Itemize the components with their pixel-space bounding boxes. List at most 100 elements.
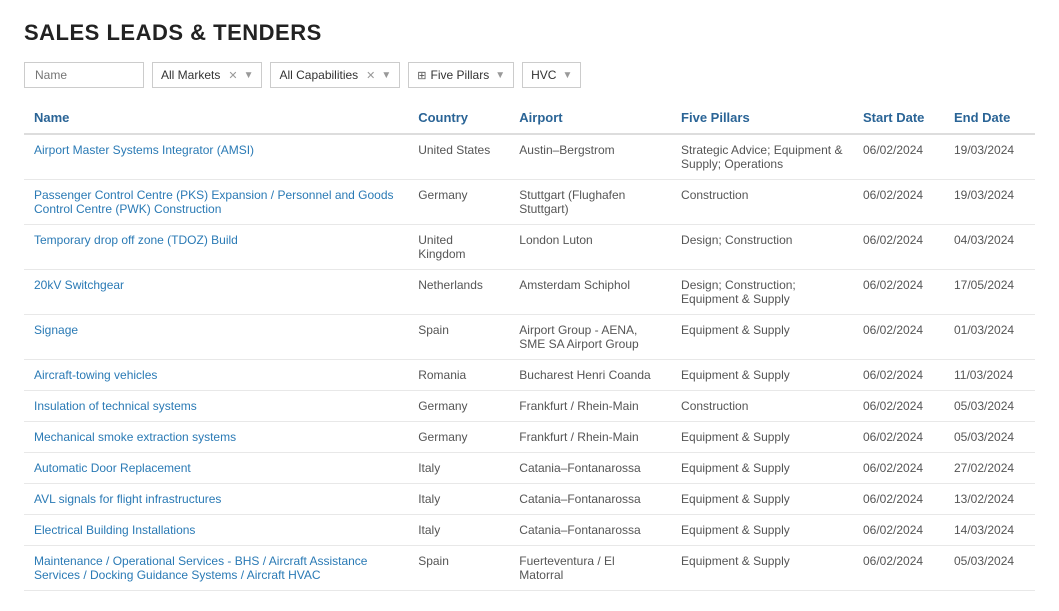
row-airport: Frankfurt / Rhein-Main [509, 391, 671, 422]
leads-table: Name Country Airport Five Pillars Start … [24, 102, 1035, 591]
row-pillars: Equipment & Supply [671, 453, 853, 484]
row-pillars: Design; Construction; Equipment & Supply [671, 270, 853, 315]
row-start-date: 06/02/2024 [853, 515, 944, 546]
table-body: Airport Master Systems Integrator (AMSI)… [24, 134, 1035, 591]
hvc-filter-label: HVC [531, 68, 556, 82]
table-row: 20kV SwitchgearNetherlandsAmsterdam Schi… [24, 270, 1035, 315]
row-airport: Catania–Fontanarossa [509, 484, 671, 515]
row-airport: Bucharest Henri Coanda [509, 360, 671, 391]
row-end-date: 17/05/2024 [944, 270, 1035, 315]
row-country: United Kingdom [408, 225, 509, 270]
capabilities-filter[interactable]: All Capabilities ✕ ▼ [270, 62, 400, 88]
row-end-date: 01/03/2024 [944, 315, 1035, 360]
row-pillars: Equipment & Supply [671, 515, 853, 546]
capabilities-filter-label: All Capabilities [279, 68, 358, 82]
pillars-filter[interactable]: ⊞ Five Pillars ▼ [408, 62, 514, 88]
row-airport: Airport Group - AENA, SME SA Airport Gro… [509, 315, 671, 360]
table-header: Name Country Airport Five Pillars Start … [24, 102, 1035, 134]
row-name-link[interactable]: 20kV Switchgear [34, 278, 124, 292]
row-end-date: 19/03/2024 [944, 180, 1035, 225]
hvc-filter[interactable]: HVC ▼ [522, 62, 581, 88]
row-country: Germany [408, 180, 509, 225]
row-country: Italy [408, 453, 509, 484]
row-airport: Fuerteventura / El Matorral [509, 546, 671, 591]
capabilities-filter-arrow: ▼ [381, 70, 391, 81]
market-filter-arrow: ▼ [244, 70, 254, 81]
row-airport: Catania–Fontanarossa [509, 453, 671, 484]
row-country: Spain [408, 546, 509, 591]
row-name-link[interactable]: Electrical Building Installations [34, 523, 195, 537]
capabilities-filter-clear[interactable]: ✕ [366, 69, 375, 82]
row-start-date: 06/02/2024 [853, 315, 944, 360]
row-start-date: 06/02/2024 [853, 546, 944, 591]
row-start-date: 06/02/2024 [853, 180, 944, 225]
market-filter-label: All Markets [161, 68, 220, 82]
row-name-link[interactable]: Insulation of technical systems [34, 399, 197, 413]
row-end-date: 27/02/2024 [944, 453, 1035, 484]
row-country: United States [408, 134, 509, 180]
table-row: Passenger Control Centre (PKS) Expansion… [24, 180, 1035, 225]
row-start-date: 06/02/2024 [853, 391, 944, 422]
row-start-date: 06/02/2024 [853, 225, 944, 270]
row-start-date: 06/02/2024 [853, 484, 944, 515]
market-filter-clear[interactable]: ✕ [228, 69, 237, 82]
row-pillars: Strategic Advice; Equipment & Supply; Op… [671, 134, 853, 180]
row-name-link[interactable]: Temporary drop off zone (TDOZ) Build [34, 233, 238, 247]
row-airport: Catania–Fontanarossa [509, 515, 671, 546]
filter-bar: All Markets ✕ ▼ All Capabilities ✕ ▼ ⊞ F… [24, 62, 1035, 88]
row-end-date: 05/03/2024 [944, 546, 1035, 591]
table-row: Insulation of technical systemsGermanyFr… [24, 391, 1035, 422]
table-row: Maintenance / Operational Services - BHS… [24, 546, 1035, 591]
col-header-pillars: Five Pillars [671, 102, 853, 134]
row-pillars: Equipment & Supply [671, 546, 853, 591]
col-header-airport: Airport [509, 102, 671, 134]
row-start-date: 06/02/2024 [853, 270, 944, 315]
row-name-link[interactable]: Passenger Control Centre (PKS) Expansion… [34, 188, 394, 216]
col-header-end: End Date [944, 102, 1035, 134]
row-start-date: 06/02/2024 [853, 134, 944, 180]
row-pillars: Equipment & Supply [671, 484, 853, 515]
pillars-grid-icon: ⊞ [417, 69, 426, 82]
table-row: SignageSpainAirport Group - AENA, SME SA… [24, 315, 1035, 360]
row-end-date: 05/03/2024 [944, 422, 1035, 453]
table-row: Airport Master Systems Integrator (AMSI)… [24, 134, 1035, 180]
page-container: SALES LEADS & TENDERS All Markets ✕ ▼ Al… [0, 0, 1059, 611]
row-end-date: 11/03/2024 [944, 360, 1035, 391]
row-country: Italy [408, 515, 509, 546]
row-name-link[interactable]: Automatic Door Replacement [34, 461, 191, 475]
row-pillars: Construction [671, 180, 853, 225]
row-end-date: 04/03/2024 [944, 225, 1035, 270]
name-filter-input[interactable] [24, 62, 144, 88]
col-header-start: Start Date [853, 102, 944, 134]
row-name-link[interactable]: Aircraft-towing vehicles [34, 368, 157, 382]
table-row: Automatic Door Replacement ItalyCatania–F… [24, 453, 1035, 484]
row-airport: London Luton [509, 225, 671, 270]
row-airport: Frankfurt / Rhein-Main [509, 422, 671, 453]
row-end-date: 05/03/2024 [944, 391, 1035, 422]
row-country: Germany [408, 422, 509, 453]
row-name-link[interactable]: Maintenance / Operational Services - BHS… [34, 554, 367, 582]
col-header-country: Country [408, 102, 509, 134]
row-country: Romania [408, 360, 509, 391]
row-end-date: 13/02/2024 [944, 484, 1035, 515]
row-pillars: Equipment & Supply [671, 360, 853, 391]
col-header-name: Name [24, 102, 408, 134]
row-end-date: 14/03/2024 [944, 515, 1035, 546]
table-row: Aircraft-towing vehicles RomaniaBucharest… [24, 360, 1035, 391]
row-start-date: 06/02/2024 [853, 360, 944, 391]
row-end-date: 19/03/2024 [944, 134, 1035, 180]
row-country: Italy [408, 484, 509, 515]
page-title: SALES LEADS & TENDERS [24, 20, 1035, 46]
row-name-link[interactable]: Signage [34, 323, 78, 337]
row-pillars: Construction [671, 391, 853, 422]
row-airport: Stuttgart (Flughafen Stuttgart) [509, 180, 671, 225]
pillars-filter-label: Five Pillars [431, 68, 490, 82]
row-name-link[interactable]: Airport Master Systems Integrator (AMSI) [34, 143, 254, 157]
row-start-date: 06/02/2024 [853, 453, 944, 484]
row-name-link[interactable]: AVL signals for flight infrastructures [34, 492, 221, 506]
row-pillars: Equipment & Supply [671, 422, 853, 453]
hvc-filter-arrow: ▼ [562, 70, 572, 81]
row-name-link[interactable]: Mechanical smoke extraction systems [34, 430, 236, 444]
row-country: Netherlands [408, 270, 509, 315]
market-filter[interactable]: All Markets ✕ ▼ [152, 62, 262, 88]
